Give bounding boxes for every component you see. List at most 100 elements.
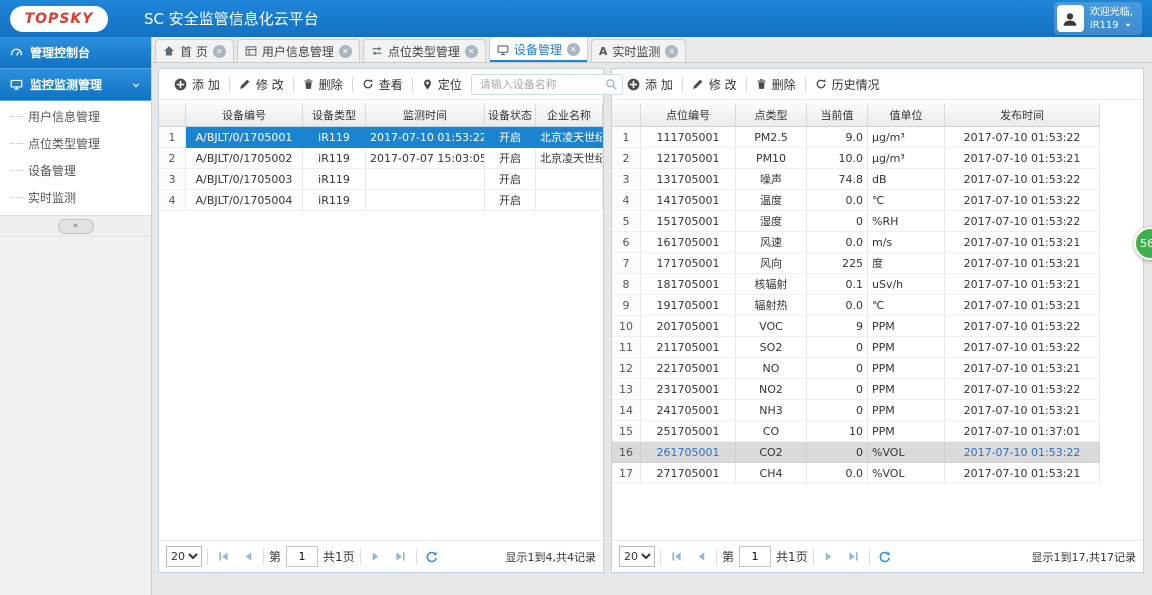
view-button[interactable]: 查看 bbox=[353, 72, 412, 96]
table-cell: 211705001 bbox=[640, 336, 736, 358]
close-icon[interactable] bbox=[212, 44, 226, 58]
sidebar-item-label: 点位类型管理 bbox=[28, 137, 101, 151]
table-row[interactable]: 5 151705001 湿度 0 %RH 2017-07-10 01:53:22 bbox=[612, 210, 1100, 232]
last-page-button[interactable] bbox=[391, 547, 411, 567]
sidebar-item-realtime[interactable]: 实时监测 bbox=[0, 184, 151, 211]
table-row[interactable]: 1 111705001 PM2.5 9.0 μg/m³ 2017-07-10 01:53:… bbox=[612, 126, 1100, 148]
close-icon[interactable] bbox=[665, 44, 679, 58]
divider bbox=[207, 548, 208, 565]
tab-point-type[interactable]: 点位类型管理 bbox=[362, 39, 486, 62]
add-button[interactable]: 添 加 bbox=[165, 72, 229, 96]
table-row[interactable]: 14 241705001 NH3 0 PPM 2017-07-10 01:53:21 bbox=[612, 399, 1100, 421]
table-row[interactable]: 3 A/BJLT/0/1705003 iR119 开启 bbox=[159, 168, 603, 190]
table-cell: 2017-07-10 01:53:22 bbox=[944, 441, 1100, 463]
sidebar-item-user-info[interactable]: 用户信息管理 bbox=[0, 103, 151, 130]
page-size-select[interactable]: 20 bbox=[619, 546, 655, 567]
page-input[interactable] bbox=[739, 546, 772, 567]
table-cell: 241705001 bbox=[640, 399, 736, 421]
edit-button[interactable]: 修 改 bbox=[683, 72, 746, 96]
row-number: 9 bbox=[612, 294, 641, 316]
table-row[interactable]: 9 191705001 辐射热 0.0 ℃ 2017-07-10 01:53:21 bbox=[612, 294, 1100, 316]
delete-button-label: 删除 bbox=[771, 77, 796, 92]
table-row[interactable]: 15 251705001 CO 10 PPM 2017-07-10 01:37:01 bbox=[612, 420, 1100, 442]
table-cell: 9 bbox=[806, 315, 868, 337]
table-cell: 0.0 bbox=[806, 231, 868, 253]
refresh-button[interactable] bbox=[422, 547, 442, 567]
search-icon[interactable] bbox=[605, 78, 618, 91]
refresh-button[interactable] bbox=[875, 547, 895, 567]
first-page-button[interactable] bbox=[666, 547, 686, 567]
row-number: 1 bbox=[612, 126, 641, 148]
table-row[interactable]: 12 221705001 NO 0 PPM 2017-07-10 01:53:21 bbox=[612, 357, 1100, 379]
table-row[interactable]: 13 231705001 NO2 0 PPM 2017-07-10 01:53:22 bbox=[612, 378, 1100, 400]
tab-realtime[interactable]: 实时监测 bbox=[590, 39, 687, 62]
sidebar-section-monitoring[interactable]: 监控监测管理 bbox=[0, 69, 151, 101]
page-input[interactable] bbox=[286, 546, 319, 567]
edit-button[interactable]: 修 改 bbox=[230, 72, 293, 96]
welcome-text: 欢迎光临, bbox=[1089, 6, 1133, 18]
next-page-button[interactable] bbox=[819, 547, 839, 567]
table-cell bbox=[365, 168, 485, 190]
table-cell: 2017-07-10 01:53:21 bbox=[944, 231, 1100, 253]
add-button[interactable]: 添 加 bbox=[618, 72, 682, 96]
sidebar-item-device-mgmt[interactable]: 设备管理 bbox=[0, 157, 151, 184]
table-cell: 0 bbox=[806, 336, 868, 358]
tab-device-mgmt[interactable]: 设备管理 bbox=[488, 36, 588, 62]
divider bbox=[812, 548, 814, 565]
delete-button[interactable]: 删除 bbox=[747, 72, 805, 96]
table-row[interactable]: 7 171705001 风向 225 度 2017-07-10 01:53:21 bbox=[612, 252, 1100, 274]
edit-button-label: 修 改 bbox=[708, 77, 737, 92]
table-cell: 北京凌天世纪控股股份有限 bbox=[535, 147, 603, 169]
table-cell: PM2.5 bbox=[735, 126, 807, 148]
sidebar-item-label: 用户信息管理 bbox=[28, 110, 101, 124]
history-button[interactable]: 历史情况 bbox=[806, 72, 889, 96]
home-icon bbox=[163, 45, 175, 57]
table-cell: 221705001 bbox=[640, 357, 736, 379]
table-row[interactable]: 17 271705001 CH4 0.0 %VOL 2017-07-10 01:53:21 bbox=[612, 462, 1100, 484]
tab-user-info[interactable]: 用户信息管理 bbox=[236, 39, 360, 62]
collapse-sidebar-button[interactable]: « bbox=[57, 218, 94, 234]
table-row[interactable]: 8 181705001 核辐射 0.1 uSv/h 2017-07-10 01:53:21 bbox=[612, 273, 1100, 295]
prev-page-button[interactable] bbox=[238, 547, 258, 567]
table-cell: CO2 bbox=[735, 441, 807, 463]
delete-button[interactable]: 删除 bbox=[294, 72, 352, 96]
last-page-button[interactable] bbox=[844, 547, 864, 567]
tab-home[interactable]: 首 页 bbox=[155, 39, 234, 62]
prev-page-button[interactable] bbox=[691, 547, 711, 567]
tab-label: 用户信息管理 bbox=[261, 44, 334, 59]
table-cell: 开启 bbox=[484, 147, 536, 169]
row-number: 4 bbox=[612, 189, 641, 211]
close-icon[interactable] bbox=[464, 44, 478, 58]
table-row[interactable]: 16 261705001 CO2 0 %VOL 2017-07-10 01:53:22 bbox=[612, 441, 1100, 463]
table-row[interactable]: 4 141705001 温度 0.0 ℃ 2017-07-10 01:53:22 bbox=[612, 189, 1100, 211]
close-icon[interactable] bbox=[566, 43, 580, 56]
table-row[interactable]: 6 161705001 风速 0.0 m/s 2017-07-10 01:53:21 bbox=[612, 231, 1100, 253]
table-row[interactable]: 10 201705001 VOC 9 PPM 2017-07-10 01:53:22 bbox=[612, 315, 1100, 337]
table-row[interactable]: 11 211705001 SO2 0 PPM 2017-07-10 01:53:22 bbox=[612, 336, 1100, 358]
table-cell: ℃ bbox=[867, 189, 945, 211]
table-cell: 2017-07-10 01:53:22 bbox=[944, 126, 1100, 148]
table-cell: 开启 bbox=[484, 168, 536, 190]
table-cell: 湿度 bbox=[735, 210, 807, 232]
table-row[interactable]: 1 A/BJLT/0/1705001 iR119 2017-07-10 01:53:2… bbox=[159, 126, 603, 148]
table-cell: 151705001 bbox=[640, 210, 736, 232]
table-cell: 141705001 bbox=[640, 189, 736, 211]
search-input[interactable] bbox=[470, 73, 623, 95]
sidebar-item-point-type[interactable]: 点位类型管理 bbox=[0, 130, 151, 157]
table-cell: 温度 bbox=[735, 189, 807, 211]
row-number: 17 bbox=[612, 462, 641, 484]
table-cell: 261705001 bbox=[640, 441, 736, 463]
table-row[interactable]: 2 A/BJLT/0/1705002 iR119 2017-07-07 15:03:0… bbox=[159, 147, 603, 169]
edit-button-label: 修 改 bbox=[255, 77, 284, 92]
first-page-button[interactable] bbox=[213, 547, 233, 567]
table-row[interactable]: 3 131705001 噪声 74.8 dB 2017-07-10 01:53:22 bbox=[612, 168, 1100, 190]
locate-button[interactable]: 定位 bbox=[413, 72, 471, 96]
sidebar-section-console[interactable]: 管理控制台 bbox=[0, 37, 151, 69]
header-row: 设备编号 设备类型 监测时间 设备状态 企业名称 bbox=[159, 103, 603, 127]
table-row[interactable]: 4 A/BJLT/0/1705004 iR119 开启 bbox=[159, 189, 603, 211]
close-icon[interactable] bbox=[338, 44, 352, 58]
page-size-select[interactable]: 20 bbox=[166, 546, 202, 567]
table-row[interactable]: 2 121705001 PM10 10.0 μg/m³ 2017-07-10 01:53:… bbox=[612, 147, 1100, 169]
next-page-button[interactable] bbox=[366, 547, 386, 567]
user-menu[interactable]: 欢迎光临, iR119 bbox=[1053, 2, 1142, 35]
